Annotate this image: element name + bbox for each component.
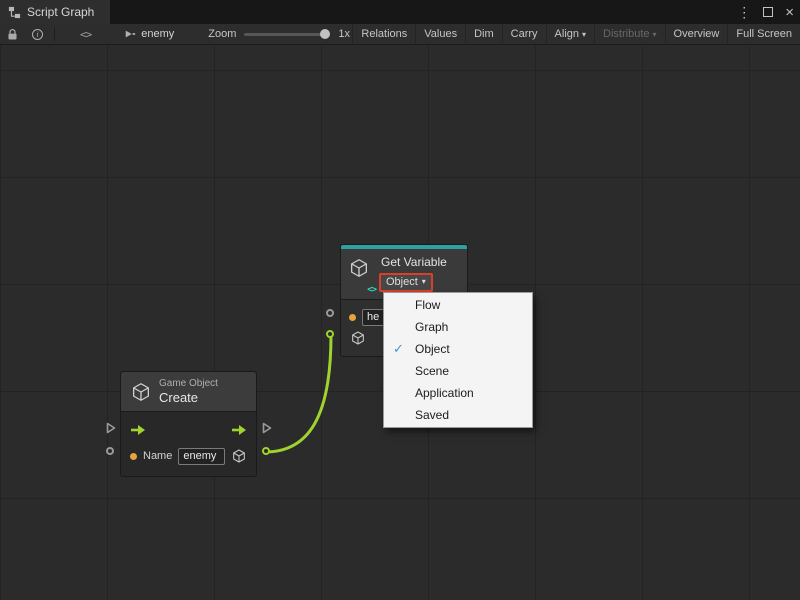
- flow-input-port[interactable]: [106, 422, 116, 434]
- graph-asset-icon: [124, 28, 136, 40]
- node-category: Game Object: [159, 378, 218, 390]
- code-icon: <>: [80, 28, 91, 41]
- relations-button[interactable]: Relations: [352, 24, 415, 44]
- graph-toolbar: i <> enemy Zoom 1x Relations Values Dim …: [0, 24, 800, 45]
- variable-scope-menu: Flow Graph ✓ Object Scene Application Sa…: [383, 292, 533, 428]
- tab-title: Script Graph: [27, 5, 94, 19]
- zoom-label: Zoom: [208, 28, 236, 40]
- graph-canvas[interactable]: <> Get Variable Object ▾ he: [0, 46, 800, 600]
- flow-in-arrow-icon: [130, 424, 146, 436]
- name-input-port[interactable]: [326, 309, 334, 317]
- full-screen-button[interactable]: Full Screen: [727, 24, 800, 44]
- menu-item-scene[interactable]: Scene: [384, 360, 532, 382]
- connection-wire[interactable]: [265, 335, 331, 452]
- name-input-port[interactable]: [106, 447, 114, 455]
- close-icon[interactable]: ×: [785, 5, 794, 20]
- check-icon: ✓: [393, 341, 404, 357]
- menu-item-graph[interactable]: Graph: [384, 316, 532, 338]
- flow-output-port[interactable]: [262, 422, 272, 434]
- maximize-icon[interactable]: [763, 7, 773, 17]
- node-title: Create: [159, 390, 218, 405]
- info-button[interactable]: i: [25, 24, 50, 44]
- string-port-icon: [130, 453, 137, 460]
- chevron-down-icon: ▾: [422, 275, 426, 289]
- lock-icon: [7, 28, 18, 41]
- code-view-button[interactable]: <>: [73, 24, 98, 44]
- variable-scope-dropdown[interactable]: Object ▾: [379, 273, 433, 292]
- menu-item-saved[interactable]: Saved: [384, 404, 532, 426]
- code-badge-icon: <>: [367, 285, 376, 295]
- gameobject-output-port[interactable]: [262, 447, 270, 455]
- string-port-icon: [349, 314, 356, 321]
- zoom-slider[interactable]: [244, 33, 330, 36]
- variable-cube-icon: <>: [348, 254, 372, 292]
- gameobject-cube-icon: [350, 330, 366, 346]
- info-icon: i: [32, 29, 43, 40]
- script-graph-icon: [8, 6, 21, 19]
- node-title: Get Variable: [381, 255, 447, 269]
- lock-button[interactable]: [0, 24, 25, 44]
- object-input-port[interactable]: [326, 330, 334, 338]
- dim-button[interactable]: Dim: [465, 24, 502, 44]
- menu-item-object[interactable]: ✓ Object: [384, 338, 532, 360]
- chevron-down-icon: ▾: [582, 30, 586, 39]
- flow-out-arrow-icon: [231, 424, 247, 436]
- toolbar-separator: [54, 27, 55, 41]
- carry-button[interactable]: Carry: [502, 24, 546, 44]
- overview-button[interactable]: Overview: [665, 24, 728, 44]
- graph-breadcrumb[interactable]: enemy: [124, 28, 174, 40]
- gameobject-cube-icon: [130, 381, 152, 403]
- chevron-down-icon: ▾: [653, 30, 657, 39]
- zoom-value[interactable]: 1x: [338, 28, 350, 40]
- align-button[interactable]: Align ▾: [546, 24, 594, 44]
- graph-name: enemy: [141, 28, 174, 40]
- node-create-game-object[interactable]: Game Object Create: [120, 371, 257, 477]
- distribute-button[interactable]: Distribute ▾: [594, 24, 664, 44]
- gameobject-cube-icon: [231, 448, 247, 464]
- zoom-slider-handle[interactable]: [320, 29, 330, 39]
- menu-item-application[interactable]: Application: [384, 382, 532, 404]
- window-menu-icon[interactable]: ⋮: [737, 5, 751, 19]
- name-port-label: Name: [143, 450, 172, 462]
- values-button[interactable]: Values: [415, 24, 465, 44]
- name-input-field[interactable]: enemy: [178, 448, 225, 465]
- menu-item-flow[interactable]: Flow: [384, 294, 532, 316]
- title-bar: Script Graph ⋮ ×: [0, 0, 800, 24]
- tab-script-graph[interactable]: Script Graph: [0, 0, 110, 24]
